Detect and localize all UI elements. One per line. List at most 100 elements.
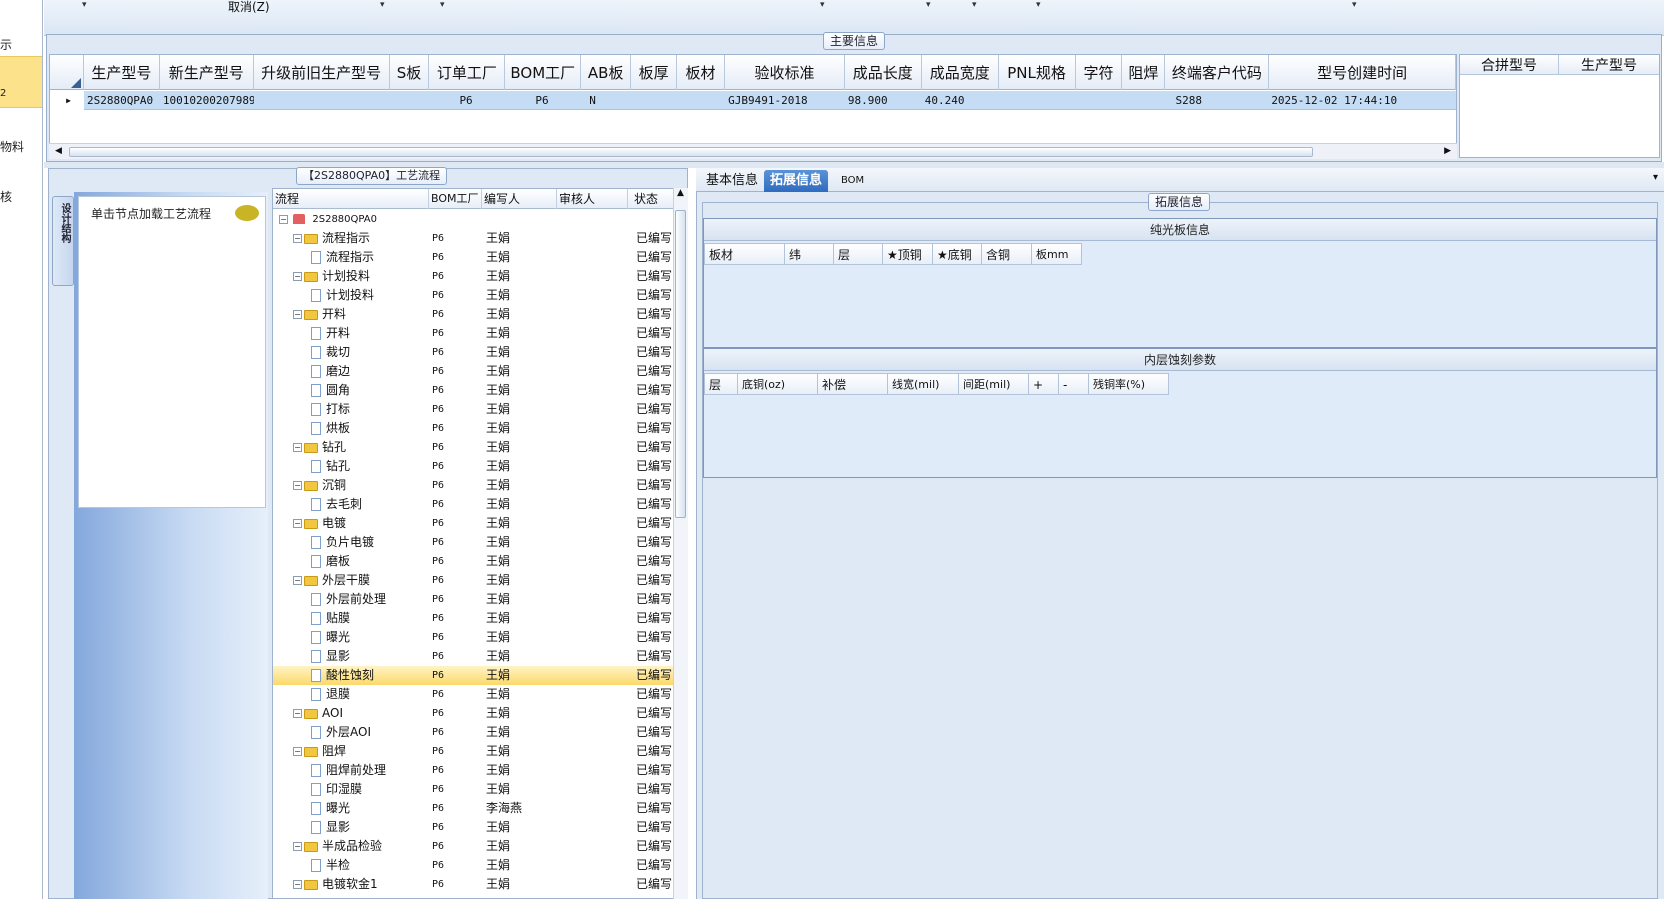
collapse-icon[interactable]: − [293, 481, 302, 490]
tree-group-row[interactable]: − 开料 P6 王娟 已编写 [273, 305, 675, 324]
column-header[interactable]: 审核人 [557, 189, 628, 209]
column-header[interactable]: 新生产型号 [160, 55, 254, 90]
side-tab-design-structure[interactable]: 设计结构 [52, 196, 74, 286]
collapse-icon[interactable]: − [293, 443, 302, 452]
column-header[interactable]: 订单工厂 [429, 55, 506, 90]
tree-group-row[interactable]: − 外层干膜 P6 王娟 已编写 [273, 571, 675, 590]
dropdown-arrow-icon[interactable]: ▾ [820, 0, 825, 10]
column-header[interactable]: + [1029, 373, 1059, 395]
table-cell[interactable] [999, 91, 1076, 110]
column-header[interactable]: 字符 [1076, 55, 1123, 90]
tree-item-row[interactable]: 退膜 P6 王娟 已编写 [273, 685, 675, 704]
column-header[interactable]: 板mm [1032, 243, 1082, 265]
column-header[interactable]: S板 [390, 55, 430, 90]
tree-item-row[interactable]: 流程指示 P6 王娟 已编写 [273, 248, 675, 267]
tree-item-row[interactable]: 贴膜 P6 王娟 已编写 [273, 609, 675, 628]
column-header[interactable]: 编写人 [482, 189, 557, 209]
tab-extended-info[interactable]: 拓展信息 [764, 170, 829, 192]
table-cell[interactable] [1076, 91, 1123, 110]
table-cell[interactable] [1123, 91, 1166, 110]
column-header[interactable]: BOM工厂 [505, 55, 582, 90]
collapse-icon[interactable]: − [293, 576, 302, 585]
left-nav-item[interactable]: 示 [0, 36, 12, 53]
table-cell[interactable]: GJB9491-2018 [725, 91, 845, 110]
scroll-up-icon[interactable]: ▲ [677, 188, 684, 198]
tree-group-row[interactable]: − 阻焊 P6 王娟 已编写 [273, 742, 675, 761]
column-header[interactable]: PNL规格 [999, 55, 1076, 90]
column-header[interactable]: 含铜 [982, 243, 1032, 265]
tree-item-row[interactable]: 外层前处理 P6 王娟 已编写 [273, 590, 675, 609]
tree-item-row[interactable]: 阻焊前处理 P6 王娟 已编写 [273, 761, 675, 780]
column-header[interactable]: 状态 [628, 189, 675, 209]
scroll-left-icon[interactable]: ◀ [55, 146, 62, 156]
table-cell[interactable]: 10010200207989 [160, 91, 254, 110]
dropdown-arrow-icon[interactable]: ▾ [380, 0, 385, 10]
tree-item-row[interactable]: 烘板 P6 王娟 已编写 [273, 419, 675, 438]
scroll-right-icon[interactable]: ▶ [1444, 146, 1451, 156]
tree-item-row[interactable]: 磨板 P6 王娟 已编写 [273, 552, 675, 571]
tree-item-row[interactable]: 曝光 P6 王娟 已编写 [273, 628, 675, 647]
table-cell[interactable]: P6 [429, 91, 505, 110]
column-header[interactable]: 层 [704, 373, 738, 395]
column-header[interactable]: AB板 [581, 55, 632, 90]
tree-item-row[interactable]: 磨边 P6 王娟 已编写 [273, 362, 675, 381]
tree-group-row[interactable]: − 半成品检验 P6 王娟 已编写 [273, 837, 675, 856]
table-row[interactable]: ▶ 2S2880QPA0 10010200207989 P6 P6 N GJB9… [50, 91, 1456, 110]
column-header[interactable]: ★顶铜 [883, 243, 933, 265]
scroll-thumb[interactable] [675, 210, 686, 518]
tree-group-row[interactable]: − 钻孔 P6 王娟 已编写 [273, 438, 675, 457]
table-cell[interactable]: S288 [1165, 91, 1269, 110]
collapse-icon[interactable]: − [293, 519, 302, 528]
column-header[interactable]: 纬 [785, 243, 834, 265]
tree-group-row[interactable]: − 电镀 P6 王娟 已编写 [273, 514, 675, 533]
tree-item-row[interactable]: 曝光 P6 李海燕 已编写 [273, 799, 675, 818]
tab-bom[interactable]: BOM [835, 170, 870, 192]
dropdown-arrow-icon[interactable]: ▾ [82, 0, 87, 10]
column-header[interactable]: 间距(mil) [959, 373, 1029, 395]
tab-basic-info[interactable]: 基本信息 [700, 170, 764, 192]
collapse-icon[interactable]: − [293, 272, 302, 281]
column-header[interactable]: - [1059, 373, 1089, 395]
tree-item-row[interactable]: 半检 P6 王娟 已编写 [273, 856, 675, 875]
column-header[interactable]: 板材 [704, 243, 785, 265]
tree-item-row[interactable]: 开料 P6 王娟 已编写 [273, 324, 675, 343]
table-cell[interactable] [390, 91, 430, 110]
column-header[interactable]: 流程 [273, 189, 429, 209]
column-header[interactable]: 底铜(oz) [738, 373, 818, 395]
dropdown-arrow-icon[interactable]: ▾ [972, 0, 977, 10]
dropdown-arrow-icon[interactable]: ▾ [1036, 0, 1041, 10]
dropdown-arrow-icon[interactable]: ▾ [926, 0, 931, 10]
tree-item-row[interactable]: 裁切 P6 王娟 已编写 [273, 343, 675, 362]
column-header[interactable]: 残铜率(%) [1089, 373, 1169, 395]
column-header[interactable]: 升级前旧生产型号 [254, 55, 390, 90]
column-header[interactable]: 型号创建时间 [1269, 55, 1456, 90]
horizontal-scrollbar[interactable]: ◀ ▶ [49, 143, 1457, 159]
collapse-icon[interactable]: − [293, 747, 302, 756]
column-header[interactable]: 生产型号 [1559, 55, 1659, 75]
collapse-icon[interactable]: − [293, 880, 302, 889]
column-header[interactable]: 阻焊 [1122, 55, 1166, 90]
column-header[interactable]: 补偿 [818, 373, 888, 395]
column-header[interactable]: 合拼型号 [1460, 55, 1559, 75]
column-header[interactable]: ★底铜 [933, 243, 982, 265]
column-header[interactable]: 生产型号 [84, 55, 160, 90]
tree-group-row[interactable]: − 电镀软金1 P6 王娟 已编写 [273, 875, 675, 894]
table-cell[interactable] [254, 91, 390, 110]
table-cell[interactable]: 2025-12-02 17:44:10 [1269, 91, 1456, 110]
column-header[interactable]: 验收标准 [725, 55, 845, 90]
column-header[interactable]: 板材 [677, 55, 726, 90]
column-header[interactable]: 层 [834, 243, 883, 265]
tree-item-row[interactable]: 圆角 P6 王娟 已编写 [273, 381, 675, 400]
scroll-thumb[interactable] [69, 147, 1313, 157]
collapse-icon[interactable]: − [293, 234, 302, 243]
tree-item-row[interactable]: 去毛刺 P6 王娟 已编写 [273, 495, 675, 514]
column-header[interactable]: 板厚 [631, 55, 678, 90]
tree-item-row[interactable]: 印湿膜 P6 王娟 已编写 [273, 780, 675, 799]
tree-item-row[interactable]: 外层AOI P6 王娟 已编写 [273, 723, 675, 742]
tree-item-row[interactable]: 显影 P6 王娟 已编写 [273, 818, 675, 837]
tree-item-row[interactable]: 显影 P6 王娟 已编写 [273, 647, 675, 666]
table-cell[interactable]: 2S2880QPA0 [84, 91, 160, 110]
table-cell[interactable]: N [581, 91, 631, 110]
tree-group-row[interactable]: − 计划投料 P6 王娟 已编写 [273, 267, 675, 286]
column-header[interactable]: 终端客户代码 [1165, 55, 1270, 90]
